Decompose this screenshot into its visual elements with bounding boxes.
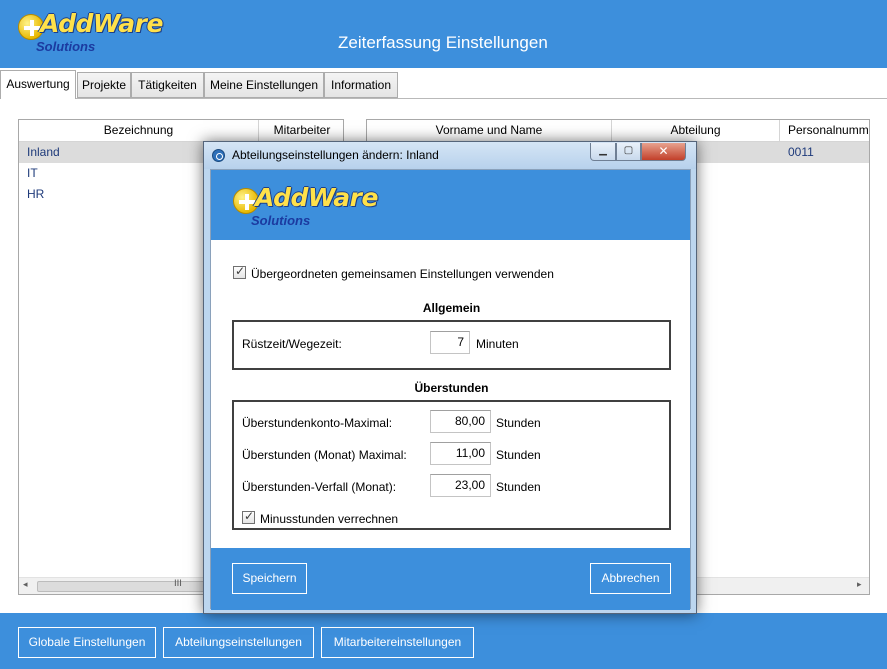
dialog-titlebar[interactable]: Abteilungseinstellungen ändern: Inland ▁… bbox=[204, 142, 696, 169]
column-header-personalnummer[interactable]: Personalnumme bbox=[780, 120, 869, 141]
maximize-icon: ▢ bbox=[623, 145, 634, 156]
expiry-input[interactable]: 23,00 bbox=[430, 474, 491, 497]
app-header: AddWare Solutions Zeiterfassung Einstell… bbox=[0, 0, 887, 68]
global-settings-button[interactable]: Globale Einstellungen bbox=[18, 627, 156, 658]
minimize-icon: ▁ bbox=[599, 145, 607, 156]
expiry-label: Überstunden-Verfall (Monat): bbox=[242, 480, 397, 494]
section-title-allgemein: Allgemein bbox=[422, 301, 481, 315]
column-header-mitarbeiter[interactable]: Mitarbeiter bbox=[259, 120, 343, 141]
logo-subtext: Solutions bbox=[36, 39, 96, 54]
section-title-ueberstunden: Überstunden bbox=[414, 381, 489, 395]
month-max-input[interactable]: 11,00 bbox=[430, 442, 491, 465]
table-header: Bezeichnung Mitarbeiter bbox=[19, 120, 343, 142]
month-max-unit: Stunden bbox=[496, 448, 541, 462]
setup-time-input[interactable]: 7 bbox=[430, 331, 470, 354]
cell-personalnummer: 0011 bbox=[788, 145, 814, 159]
scroll-grip-icon: III bbox=[174, 579, 182, 589]
department-settings-dialog: Abteilungseinstellungen ändern: Inland ▁… bbox=[203, 141, 697, 614]
max-account-label: Überstundenkonto-Maximal: bbox=[242, 416, 393, 430]
column-header-name[interactable]: Vorname und Name bbox=[367, 120, 612, 141]
department-settings-button[interactable]: Abteilungseinstellungen bbox=[163, 627, 314, 658]
minus-hours-checkbox[interactable] bbox=[242, 509, 255, 524]
close-button[interactable]: ✕ bbox=[641, 143, 686, 161]
expiry-unit: Stunden bbox=[496, 480, 541, 494]
employee-settings-button[interactable]: Mitarbeitereinstellungen bbox=[321, 627, 474, 658]
dialog-title: Abteilungseinstellungen ändern: Inland bbox=[232, 148, 439, 162]
max-account-unit: Stunden bbox=[496, 416, 541, 430]
tab-bar: Auswertung Projekte Tätigkeiten Meine Ei… bbox=[0, 68, 887, 100]
close-icon: ✕ bbox=[658, 144, 669, 158]
tab-projekte[interactable]: Projekte bbox=[77, 72, 131, 98]
dialog-header: AddWare Solutions bbox=[211, 170, 690, 240]
tab-taetigkeiten[interactable]: Tätigkeiten bbox=[131, 72, 204, 98]
scroll-right-icon[interactable]: ▸ bbox=[857, 580, 862, 590]
setup-time-unit: Minuten bbox=[476, 337, 519, 351]
minus-hours-label: Minusstunden verrechnen bbox=[260, 512, 399, 526]
logo-text: AddWare bbox=[40, 9, 163, 38]
dialog-body: AddWare Solutions Übergeordneten gemeins… bbox=[210, 169, 691, 610]
table-header: Vorname und Name Abteilung Personalnumme bbox=[367, 120, 869, 142]
column-header-abteilung[interactable]: Abteilung bbox=[612, 120, 780, 141]
save-button[interactable]: Speichern bbox=[232, 563, 307, 594]
cancel-button[interactable]: Abbrechen bbox=[590, 563, 671, 594]
app-icon bbox=[212, 149, 225, 162]
tab-meine-einstellungen[interactable]: Meine Einstellungen bbox=[204, 72, 324, 98]
maximize-button[interactable]: ▢ bbox=[616, 143, 641, 161]
minimize-button[interactable]: ▁ bbox=[590, 143, 616, 161]
addware-logo: AddWare Solutions bbox=[18, 9, 168, 56]
month-max-label: Überstunden (Monat) Maximal: bbox=[242, 448, 407, 462]
scroll-left-icon[interactable]: ◂ bbox=[23, 580, 28, 590]
column-header-bezeichnung[interactable]: Bezeichnung bbox=[19, 120, 259, 141]
page-title: Zeiterfassung Einstellungen bbox=[338, 33, 548, 52]
app-footer: Globale Einstellungen Abteilungseinstell… bbox=[0, 613, 887, 669]
overtime-group: Überstundenkonto-Maximal: 80,00 Stunden … bbox=[232, 400, 671, 530]
inherit-settings-checkbox[interactable] bbox=[233, 264, 246, 279]
general-group: Rüstzeit/Wegezeit: 7 Minuten bbox=[232, 320, 671, 370]
setup-time-label: Rüstzeit/Wegezeit: bbox=[242, 337, 342, 351]
addware-logo: AddWare Solutions bbox=[233, 183, 383, 230]
inherit-settings-label: Übergeordneten gemeinsamen Einstellungen… bbox=[251, 267, 554, 281]
logo-text: AddWare bbox=[255, 183, 378, 212]
tab-information[interactable]: Information bbox=[324, 72, 398, 98]
logo-subtext: Solutions bbox=[251, 213, 311, 228]
dialog-footer: Speichern Abbrechen bbox=[211, 548, 690, 610]
max-account-input[interactable]: 80,00 bbox=[430, 410, 491, 433]
tab-auswertung[interactable]: Auswertung bbox=[0, 70, 76, 100]
